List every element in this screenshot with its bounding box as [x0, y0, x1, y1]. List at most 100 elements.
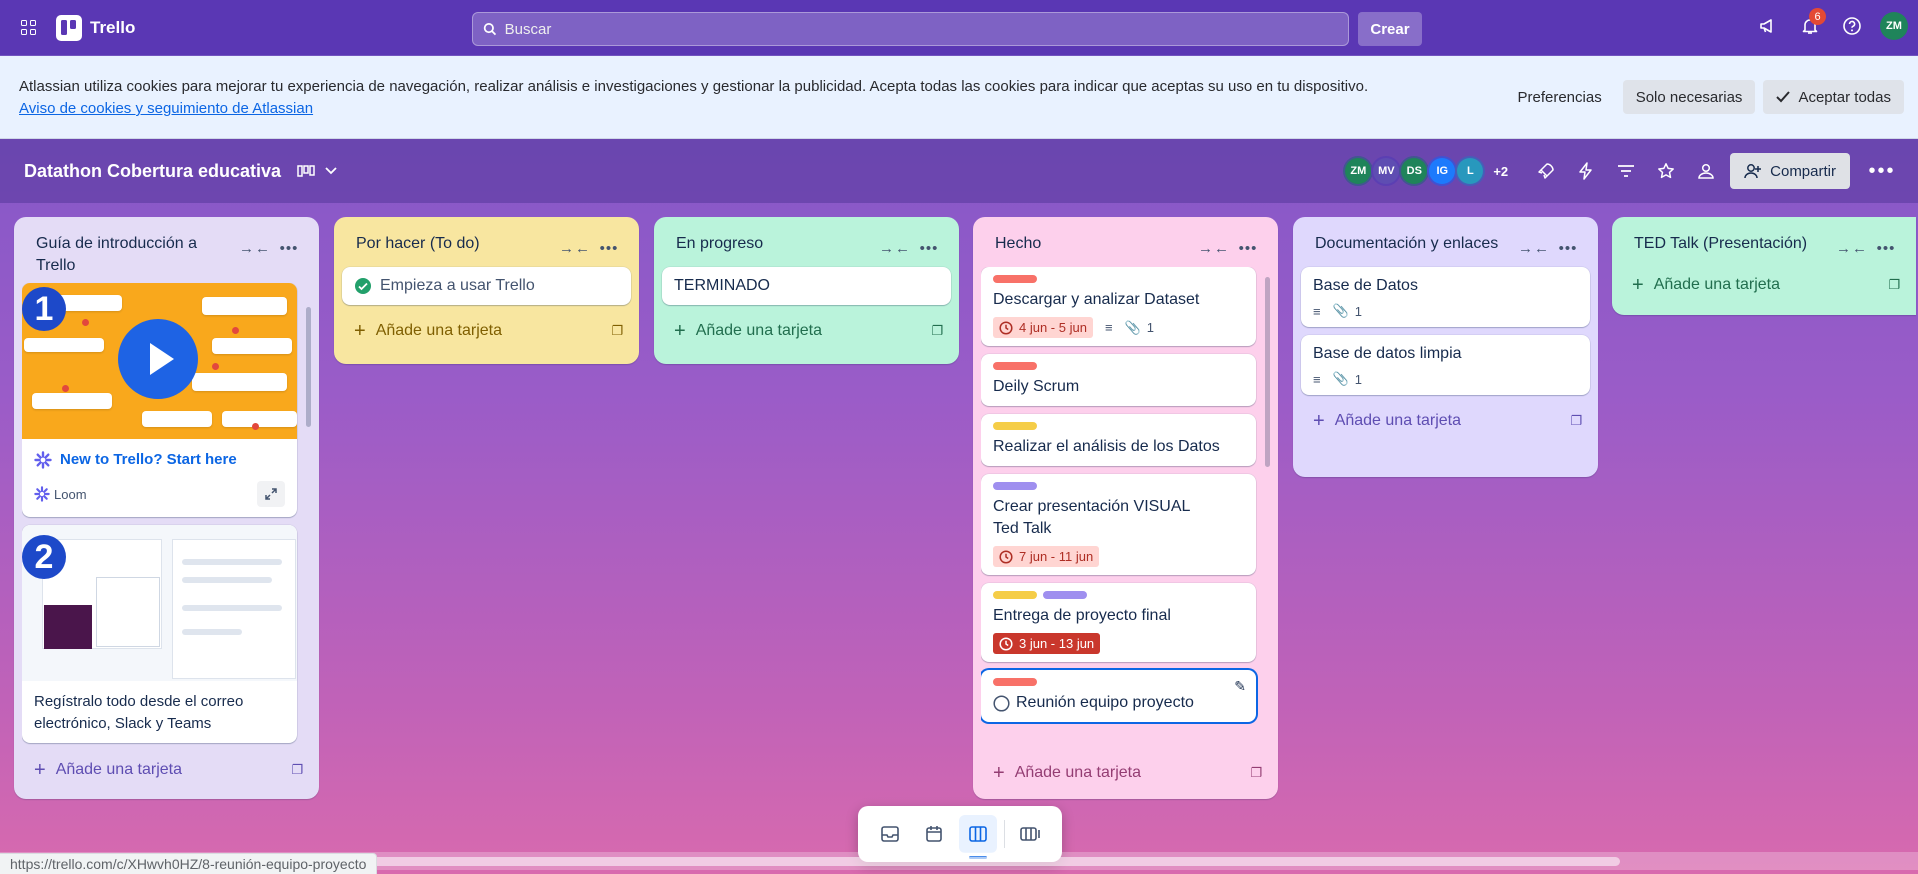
cookie-preferences-button[interactable]: Preferencias: [1504, 80, 1614, 114]
red-label[interactable]: [993, 275, 1037, 283]
add-card-label: Añade una tarjeta: [1653, 276, 1781, 293]
list-title[interactable]: Por hacer (To do): [356, 233, 480, 255]
calendar-icon[interactable]: [915, 815, 953, 853]
card-descargar-dataset[interactable]: Descargar y analizar Dataset 4 jun - 5 j…: [981, 267, 1256, 346]
collapse-list-icon[interactable]: →←: [1518, 235, 1549, 261]
card-template-icon[interactable]: ❐: [1250, 765, 1262, 781]
collapse-list-icon[interactable]: →←: [559, 235, 590, 261]
due-date-badge[interactable]: 3 jun - 13 jun: [993, 633, 1101, 654]
attachment-badge: 📎 1: [1333, 303, 1362, 319]
member-avatar[interactable]: L: [1455, 156, 1486, 186]
search-box[interactable]: [472, 12, 1349, 46]
card-empieza[interactable]: Empieza a usar Trello: [342, 267, 631, 305]
due-date-badge[interactable]: 7 jun - 11 jun: [993, 546, 1100, 567]
list-menu-icon[interactable]: •••: [915, 235, 943, 261]
card-deily-scrum[interactable]: Deily Scrum: [981, 354, 1256, 406]
cookie-policy-link[interactable]: Aviso de cookies y seguimiento de Atlass…: [19, 98, 1368, 120]
list-menu-icon[interactable]: •••: [1234, 235, 1262, 261]
add-card-button[interactable]: + Añade una tarjeta ❐: [1301, 403, 1590, 439]
incomplete-circle-icon[interactable]: [993, 694, 1010, 712]
create-button[interactable]: Crear: [1358, 12, 1422, 46]
card-template-icon[interactable]: ❐: [931, 323, 943, 339]
cookie-text: Atlassian utiliza cookies para mejorar t…: [19, 76, 1368, 120]
card-template-icon[interactable]: ❐: [1888, 277, 1900, 293]
card-base-datos[interactable]: Base de Datos ≡ 📎 1: [1301, 267, 1590, 327]
help-icon[interactable]: [1838, 12, 1866, 40]
list-title[interactable]: Hecho: [995, 233, 1041, 255]
red-label[interactable]: [993, 362, 1037, 370]
list-menu-icon[interactable]: •••: [1554, 235, 1582, 261]
card-entrega-proyecto[interactable]: Entrega de proyecto final 3 jun - 13 jun: [981, 583, 1256, 662]
search-input[interactable]: [504, 20, 1348, 38]
play-icon[interactable]: [118, 319, 198, 399]
card-realizar-analisis[interactable]: Realizar el análisis de los Datos: [981, 414, 1256, 466]
megaphone-icon[interactable]: [1754, 12, 1782, 40]
check-circle-icon[interactable]: [354, 277, 372, 295]
more-options-icon[interactable]: •••: [1862, 153, 1902, 189]
inbox-icon[interactable]: [871, 815, 909, 853]
board-members[interactable]: ZM MV DS IG L +2: [1343, 156, 1508, 186]
card-template-icon[interactable]: ❐: [611, 323, 623, 339]
purple-label[interactable]: [993, 482, 1037, 490]
card-start-here[interactable]: 1 New to Trello? Start here Loom: [22, 283, 297, 517]
user-avatar[interactable]: ZM: [1880, 12, 1908, 40]
visibility-group-icon[interactable]: [1686, 153, 1726, 189]
list-menu-icon[interactable]: •••: [275, 235, 303, 261]
edit-pencil-icon[interactable]: ✎: [1234, 678, 1246, 695]
automation-bolt-icon[interactable]: [1566, 153, 1606, 189]
bell-icon[interactable]: 6: [1796, 8, 1826, 40]
list-title[interactable]: En progreso: [676, 233, 763, 255]
switch-boards-icon[interactable]: [1011, 815, 1049, 853]
filter-icon[interactable]: [1606, 153, 1646, 189]
yellow-label[interactable]: [993, 591, 1037, 599]
paperclip-icon: 📎: [1124, 319, 1141, 335]
member-avatar[interactable]: IG: [1427, 156, 1458, 186]
card-crear-presentacion[interactable]: Crear presentación VISUAL Ted Talk 7 jun…: [981, 474, 1256, 575]
collapse-list-icon[interactable]: →←: [1836, 235, 1867, 261]
share-button[interactable]: Compartir: [1730, 153, 1850, 189]
yellow-label[interactable]: [993, 422, 1037, 430]
add-card-button[interactable]: + Añade una tarjeta ❐: [342, 313, 631, 349]
more-members-count[interactable]: +2: [1493, 164, 1508, 179]
list-title[interactable]: Guía de introducción a Trello: [36, 233, 226, 277]
list-title[interactable]: TED Talk (Presentación): [1634, 233, 1807, 255]
member-avatar[interactable]: MV: [1371, 156, 1402, 186]
app-switcher-icon[interactable]: [12, 12, 44, 44]
board-view-switcher[interactable]: [297, 164, 337, 178]
expand-icon[interactable]: [257, 481, 285, 507]
rocket-icon[interactable]: [1526, 153, 1566, 189]
collapse-list-icon[interactable]: →←: [879, 235, 910, 261]
list-menu-icon[interactable]: •••: [595, 235, 623, 261]
card-email-slack[interactable]: 2 Regístralo todo desde el correo electr…: [22, 525, 297, 743]
board-view-icon: [297, 165, 315, 177]
member-avatar[interactable]: ZM: [1343, 156, 1374, 186]
card-reunion-equipo[interactable]: Reunión equipo proyecto ✎: [981, 670, 1256, 722]
red-label[interactable]: [993, 678, 1037, 686]
list-scrollbar[interactable]: [306, 307, 311, 427]
add-card-button[interactable]: + Añade una tarjeta ❐: [1620, 267, 1908, 303]
purple-label[interactable]: [1043, 591, 1087, 599]
cookie-necessary-button[interactable]: Solo necesarias: [1622, 80, 1756, 114]
cookie-accept-all-button[interactable]: Aceptar todas: [1763, 80, 1904, 114]
list-title[interactable]: Documentación y enlaces: [1315, 233, 1498, 255]
collapse-list-icon[interactable]: →←: [239, 235, 270, 261]
add-card-button[interactable]: + Añade una tarjeta ❐: [662, 313, 951, 349]
add-card-button[interactable]: + Añade una tarjeta ❐: [22, 752, 311, 788]
due-date-badge[interactable]: 4 jun - 5 jun: [993, 317, 1093, 338]
trello-logo[interactable]: Trello: [56, 14, 135, 41]
card-terminado[interactable]: TERMINADO: [662, 267, 951, 305]
list-menu-icon[interactable]: •••: [1872, 235, 1900, 261]
list-scrollbar[interactable]: [1265, 277, 1270, 467]
collapse-list-icon[interactable]: →←: [1198, 235, 1229, 261]
card-base-datos-limpia[interactable]: Base de datos limpia ≡ 📎 1: [1301, 335, 1590, 395]
cookie-banner: Atlassian utiliza cookies para mejorar t…: [0, 56, 1918, 139]
star-icon[interactable]: [1646, 153, 1686, 189]
card-template-icon[interactable]: ❐: [291, 762, 303, 778]
step-number-badge: 1: [22, 287, 66, 331]
loom-icon: [34, 451, 52, 469]
board-view-icon[interactable]: [959, 815, 998, 859]
member-avatar[interactable]: DS: [1399, 156, 1430, 186]
add-card-button[interactable]: + Añade una tarjeta ❐: [981, 755, 1270, 791]
card-template-icon[interactable]: ❐: [1570, 413, 1582, 429]
board-title[interactable]: Datathon Cobertura educativa: [24, 161, 281, 182]
